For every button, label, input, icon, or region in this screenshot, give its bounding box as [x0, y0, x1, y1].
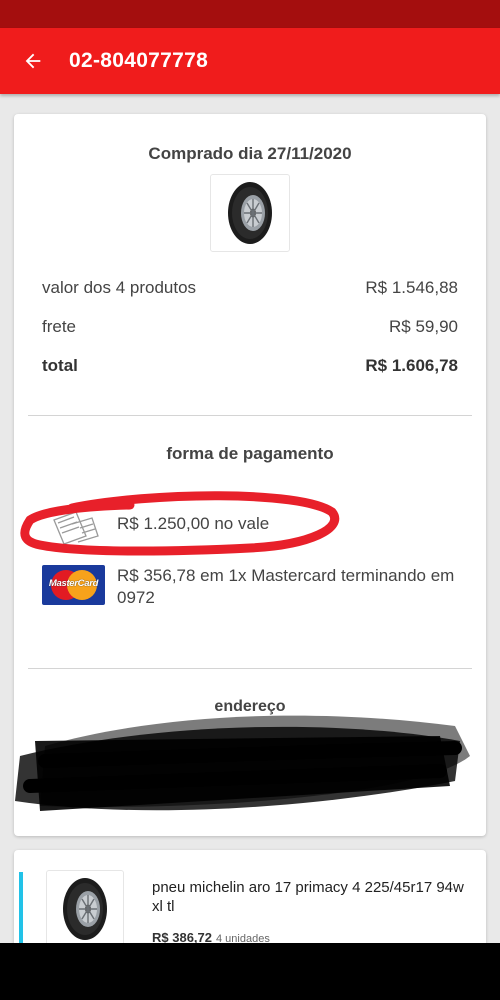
arrow-left-icon	[25, 53, 41, 69]
mastercard-icon: MasterCard	[42, 565, 105, 605]
voucher-icon	[53, 511, 99, 545]
redaction-scribble	[15, 715, 470, 811]
payment-method-title: forma de pagamento	[166, 444, 334, 463]
status-bar	[0, 0, 500, 28]
products-value-amount: R$ 1.546,88	[365, 278, 458, 297]
back-button[interactable]	[0, 28, 66, 94]
divider	[28, 415, 472, 416]
order-details-card: Comprado dia 27/11/2020 valor dos 4 prod…	[14, 114, 486, 836]
divider	[28, 668, 472, 669]
tire-icon	[228, 182, 272, 244]
products-value-row: valor dos 4 produtos R$ 1.546,88	[42, 278, 458, 298]
mastercard-brand-text: MasterCard	[48, 578, 99, 589]
total-row: total R$ 1.606,78	[42, 356, 458, 376]
order-number-title: 02-804077778	[69, 49, 209, 72]
item-name: pneu michelin aro 17 primacy 4 225/45r17…	[152, 879, 464, 915]
shipping-row: frete R$ 59,90	[42, 317, 458, 337]
purchase-date: Comprado dia 27/11/2020	[148, 144, 352, 163]
product-thumbnail[interactable]	[210, 174, 290, 252]
shipping-label: frete	[42, 317, 77, 336]
shipping-amount: R$ 59,90	[389, 317, 458, 336]
total-amount: R$ 1.606,78	[365, 356, 458, 375]
system-navigation-bar	[0, 943, 500, 1000]
card-payment-text: R$ 356,78 em 1x Mastercard terminando em…	[117, 566, 455, 607]
item-thumbnail[interactable]	[46, 870, 124, 948]
voucher-payment-text: R$ 1.250,00 no vale	[117, 514, 270, 533]
products-value-label: valor dos 4 produtos	[42, 278, 197, 297]
app-bar: 02-804077778	[0, 28, 500, 94]
tire-icon	[63, 878, 107, 940]
total-label: total	[42, 356, 78, 375]
